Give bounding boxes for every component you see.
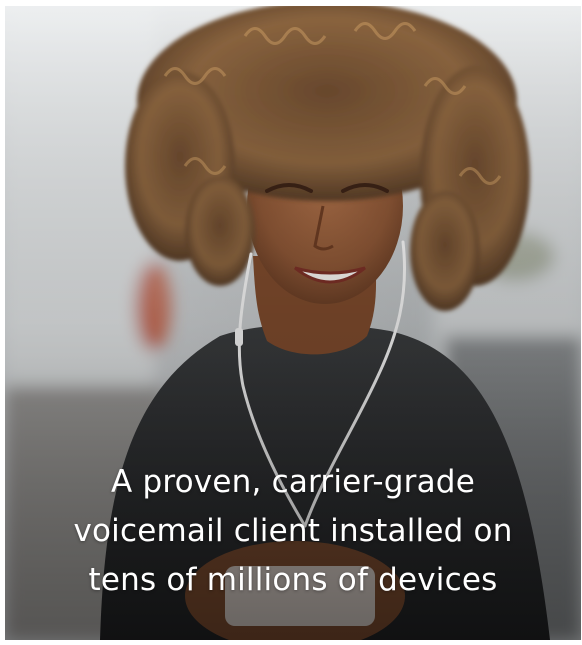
hero-caption: A proven, carrier-grade voicemail client… <box>5 458 581 605</box>
caption-line-1: A proven, carrier-grade <box>111 464 475 500</box>
hero-card: A proven, carrier-grade voicemail client… <box>5 6 581 640</box>
caption-line-2: voicemail client installed on <box>73 513 513 549</box>
caption-line-3: tens of millions of devices <box>88 562 498 598</box>
